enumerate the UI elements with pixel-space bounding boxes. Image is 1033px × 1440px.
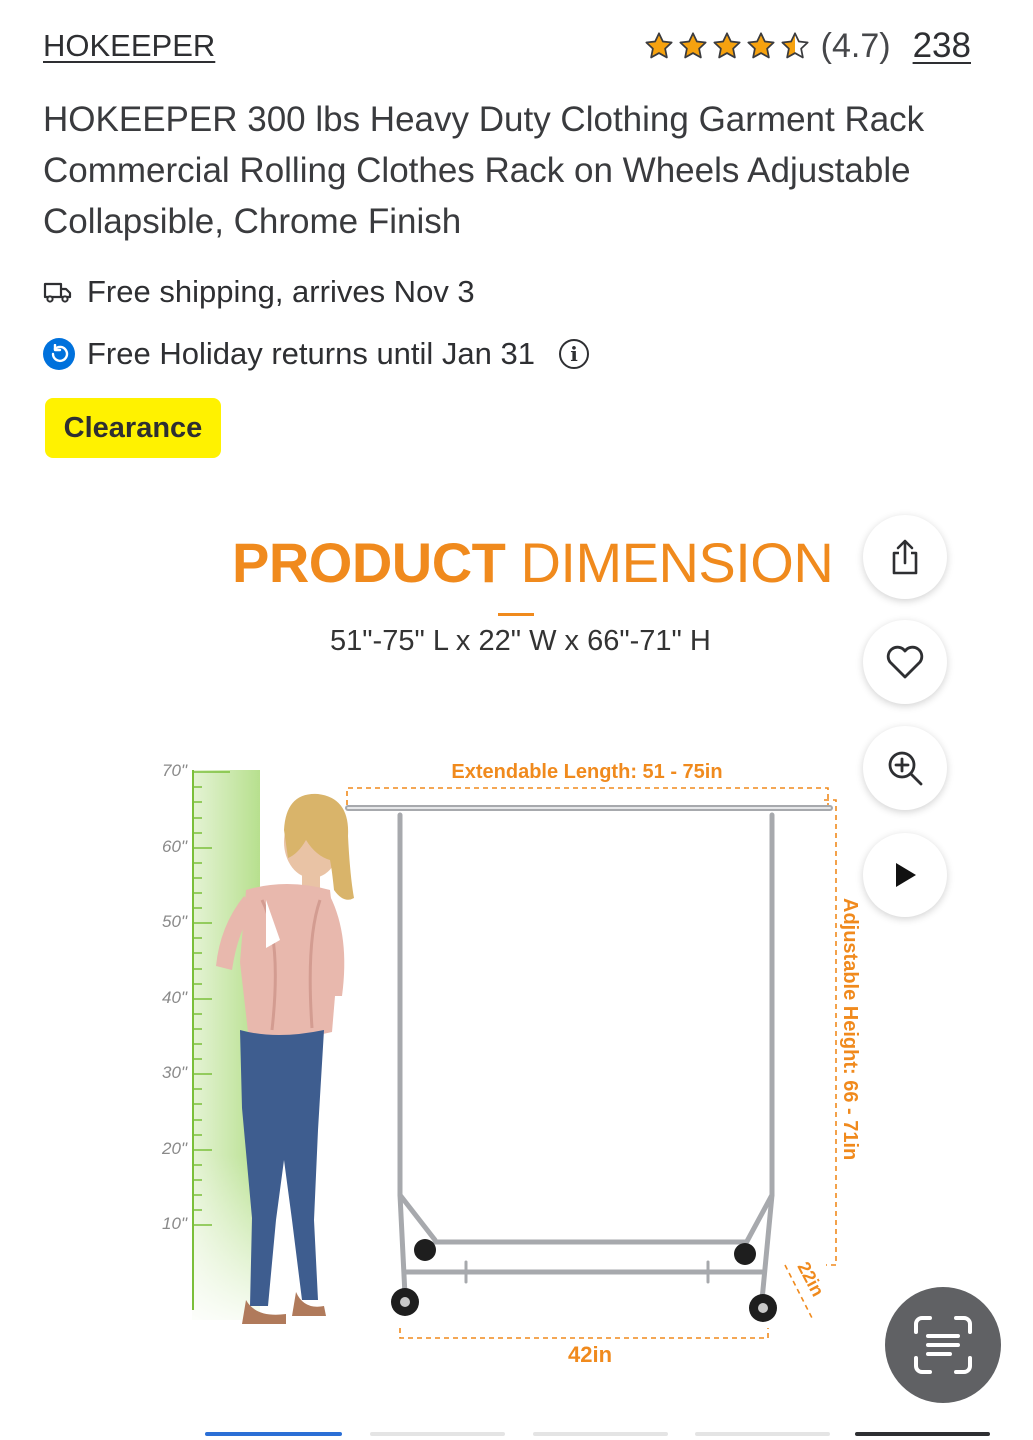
favorite-button[interactable] (863, 620, 947, 704)
ruler-label: 60" (162, 837, 188, 856)
product-title: HOKEEPER 300 lbs Heavy Duty Clothing Gar… (43, 100, 925, 241)
height-label: Adjustable Height: 66 - 71in (839, 898, 861, 1160)
brand-link[interactable]: HOKEEPER (43, 28, 215, 64)
returns-text: Free Holiday returns until Jan 31 (87, 336, 536, 371)
star-icon (645, 32, 673, 59)
thumbnail-strip[interactable] (205, 1430, 995, 1440)
return-arrow-icon (43, 338, 75, 370)
star-rating (643, 30, 811, 62)
clearance-badge: Clearance (45, 398, 221, 458)
zoom-button[interactable] (863, 726, 947, 810)
shipping-text: Free shipping, arrives Nov 3 (87, 274, 475, 309)
ruler-label: 30" (162, 1063, 188, 1082)
garment-rack (345, 805, 833, 1303)
ruler-label: 70" (162, 761, 188, 780)
rating-value: (4.7) (820, 26, 891, 65)
share-button[interactable] (863, 515, 947, 599)
zoom-in-icon (888, 751, 923, 786)
play-icon (896, 863, 916, 887)
rating[interactable]: (4.7) 238 (643, 26, 971, 66)
thumbnail-indicator[interactable] (533, 1432, 668, 1436)
ruler-label: 20" (161, 1139, 188, 1158)
truck-icon (43, 282, 72, 303)
visual-search-button[interactable] (885, 1287, 1001, 1403)
thumbnail-indicator[interactable] (370, 1432, 505, 1436)
star-icon (679, 32, 707, 59)
ruler-label: 50" (162, 912, 188, 931)
play-video-button[interactable] (863, 833, 947, 917)
star-half-icon (781, 32, 809, 59)
rack-illustration: 70" 60" 50" 40" 30" 20" 10" Extendable L… (161, 761, 861, 1367)
scan-icon (914, 1316, 972, 1374)
thumbnail-indicator[interactable] (855, 1432, 990, 1436)
length-label: Extendable Length: 51 - 75in (451, 761, 722, 783)
review-count-link[interactable]: 238 (913, 26, 971, 66)
thumbnail-indicator[interactable] (695, 1432, 830, 1436)
returns-info: Free Holiday returns until Jan 31 i (43, 336, 590, 372)
info-icon[interactable]: i (559, 339, 590, 369)
ruler-label: 40" (162, 988, 188, 1007)
star-icon (747, 32, 775, 59)
thumbnail-indicator-active[interactable] (205, 1432, 342, 1436)
width-label: 42in (568, 1342, 612, 1367)
ruler-label: 10" (162, 1214, 188, 1233)
star-icon (713, 32, 741, 59)
share-icon (892, 539, 918, 575)
shipping-info: Free shipping, arrives Nov 3 (43, 274, 475, 310)
caster-wheels (391, 1239, 777, 1322)
heart-icon (886, 645, 924, 679)
